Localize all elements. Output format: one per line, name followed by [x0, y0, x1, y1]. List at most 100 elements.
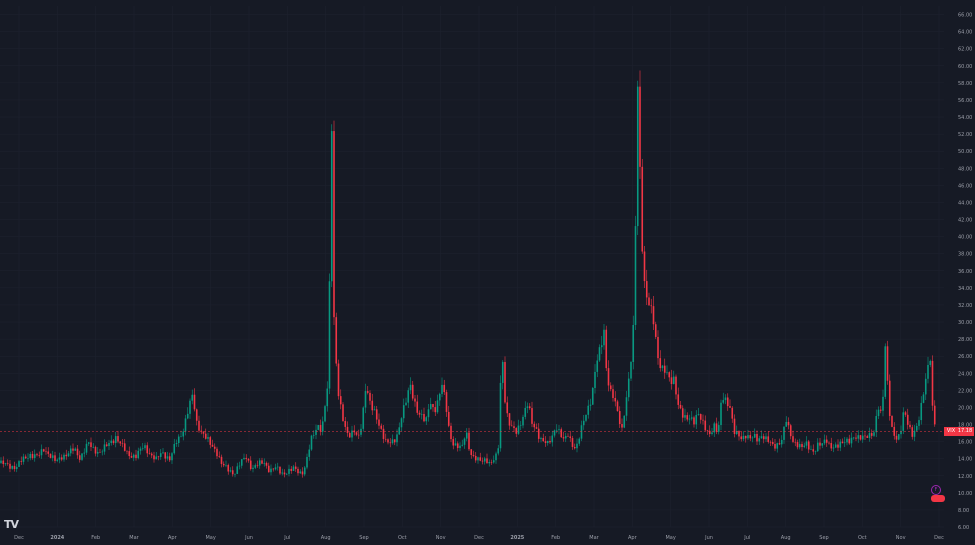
candle-body: [672, 376, 675, 385]
candle-body: [850, 437, 853, 444]
candle-body: [364, 391, 367, 408]
candle-body: [443, 384, 446, 393]
y-tick-label: 60.00: [958, 64, 972, 70]
x-tick-label: 2024: [50, 535, 64, 541]
candle-body: [805, 441, 808, 446]
candle: [310, 434, 313, 451]
candle-body: [38, 455, 41, 456]
y-tick-label: 12.00: [958, 474, 972, 480]
vix-daily-chart[interactable]: 66.00 64.00 62.00 60.00 58.00 56.00 54.00 52.00…: [0, 0, 975, 545]
candle-body: [400, 418, 403, 428]
candle-body: [553, 430, 556, 436]
candle-body: [594, 371, 596, 388]
candle-body: [573, 446, 576, 449]
candle-body: [792, 436, 794, 442]
candle-body: [891, 415, 893, 427]
candle-body: [895, 435, 898, 440]
candle-body: [693, 417, 695, 425]
candle-body: [139, 448, 142, 451]
candle-body: [333, 131, 335, 318]
candle-body: [738, 430, 740, 437]
candle-body: [726, 397, 729, 407]
tradingview-logo[interactable]: TV: [4, 518, 19, 531]
candle-body: [373, 409, 376, 411]
candle-body: [119, 441, 122, 444]
candle-body: [830, 442, 833, 449]
candle-body: [697, 414, 700, 415]
candle-body: [236, 466, 239, 474]
candle: [634, 215, 637, 330]
candle: [81, 453, 83, 461]
candle-body: [603, 329, 605, 346]
y-tick-label: 26.00: [958, 354, 972, 360]
candle-body: [904, 412, 907, 415]
candle-body: [776, 443, 779, 449]
candle-body: [436, 400, 439, 413]
candle-body: [906, 414, 909, 425]
candle-body: [256, 465, 259, 466]
candle-body: [22, 456, 25, 462]
y-tick-label: 46.00: [958, 183, 972, 189]
flags-icon[interactable]: [931, 495, 945, 502]
y-tick-label: 14.00: [958, 457, 972, 463]
candle-body: [771, 441, 774, 445]
candle-body: [607, 368, 610, 386]
candle-body: [688, 418, 691, 420]
x-tick-label: Sep: [819, 535, 828, 541]
candle-body: [796, 442, 799, 448]
candle-body: [846, 438, 848, 443]
candle: [328, 273, 331, 395]
candle-body: [461, 444, 464, 446]
candle-body: [2, 460, 5, 465]
candle-body: [402, 405, 405, 419]
candle-body: [369, 392, 371, 401]
candle-body: [787, 421, 790, 426]
letter-f-icon[interactable]: F: [931, 485, 941, 495]
candle-body: [875, 416, 878, 433]
candle-body: [639, 86, 641, 167]
candle-body: [222, 463, 225, 466]
candle-body: [616, 401, 619, 412]
candle-body: [668, 372, 671, 378]
candle-body: [481, 460, 484, 462]
candle-body: [308, 449, 311, 457]
candle-body: [828, 442, 830, 444]
candle-body: [335, 317, 338, 364]
candle-body: [90, 442, 92, 448]
candle-body: [447, 411, 450, 426]
candle-body: [841, 441, 844, 444]
candle-body: [96, 452, 99, 454]
candle-body: [747, 435, 749, 439]
candle-body: [909, 424, 911, 428]
candle-body: [108, 443, 110, 447]
candle-body: [524, 407, 527, 417]
candle-body: [474, 455, 477, 461]
y-tick-label: 48.00: [958, 166, 972, 172]
candle-body: [454, 443, 457, 446]
y-tick-label: 32.00: [958, 303, 972, 309]
candle-body: [562, 437, 565, 439]
candle-body: [767, 436, 770, 442]
candle-body: [312, 434, 315, 436]
candle-body: [175, 443, 178, 445]
candle: [335, 312, 338, 367]
candle-body: [585, 414, 587, 421]
y-tick-label: 8.00: [958, 508, 969, 514]
candle-body: [571, 438, 574, 447]
candle-body: [558, 429, 560, 430]
candle-body: [283, 472, 286, 475]
candle-body: [522, 416, 524, 426]
candle-body: [544, 441, 547, 444]
candle-body: [416, 401, 419, 413]
x-tick-label: Jun: [244, 535, 253, 541]
candle-body: [74, 448, 77, 451]
candle-body: [423, 413, 425, 422]
candle-body: [231, 470, 234, 475]
candle-body: [11, 465, 14, 469]
x-tick-label: Dec: [934, 535, 944, 541]
candle-body: [587, 405, 590, 415]
candle-body: [20, 461, 23, 462]
candle-body: [540, 437, 542, 439]
candle-body: [535, 427, 538, 429]
candle-body: [384, 438, 387, 440]
